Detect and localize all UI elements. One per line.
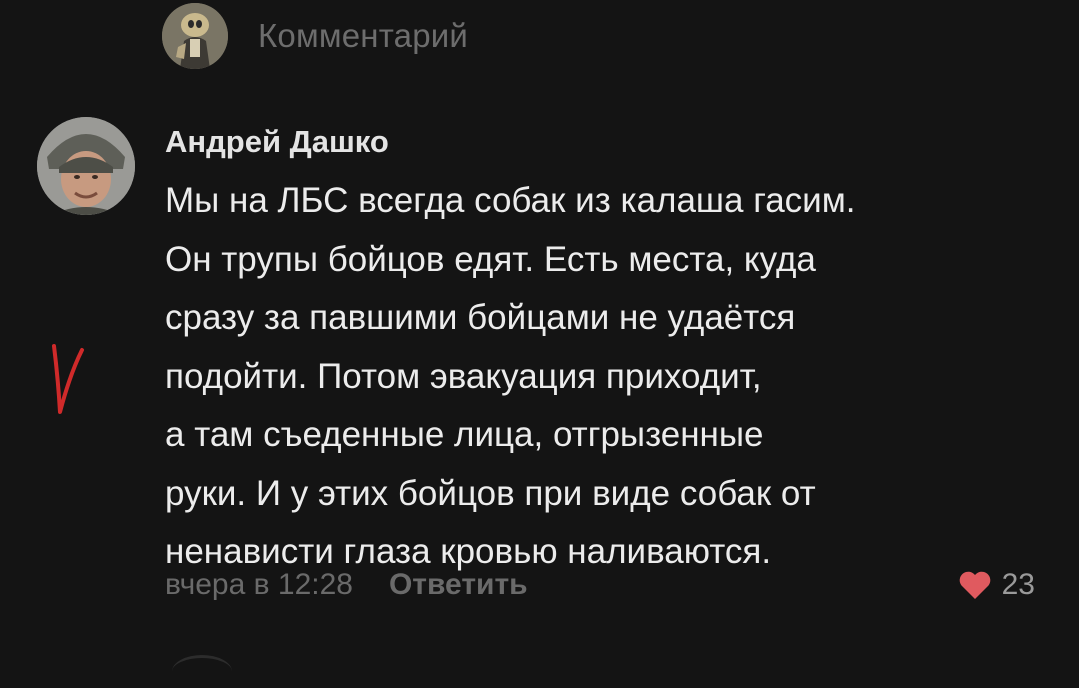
- red-checkmark-annotation: [48, 338, 88, 423]
- comment-section-title: Комментарий: [258, 17, 469, 54]
- comment-meta: вчера в 12:28 Ответить: [165, 568, 528, 602]
- cartoon-character-icon: [162, 3, 228, 69]
- like-button[interactable]: 23: [958, 568, 1035, 602]
- like-count: 23: [1001, 568, 1035, 601]
- comment-text-line: сразу за павшими бойцами не удаётся: [165, 298, 796, 337]
- comment-text-line: Он трупы бойцов едят. Есть места, куда: [165, 239, 816, 279]
- comment-text-line: подойти. Потом эвакуация приходит,: [165, 356, 762, 396]
- comment-header: Комментарий: [162, 3, 469, 69]
- comment-text: Мы на ЛБС всегда собак из калаша гасим. …: [165, 172, 1060, 582]
- man-in-helmet-icon: [37, 117, 135, 215]
- comment-author[interactable]: Андрей Дашко: [165, 124, 389, 160]
- next-comment-avatar-edge: [172, 655, 232, 688]
- red-checkmark-icon: [52, 344, 84, 414]
- comment-text-line: Мы на ЛБС всегда собак из калаша гасим.: [165, 181, 856, 220]
- post-avatar[interactable]: [162, 3, 228, 69]
- comment-text-line: руки. И у этих бойцов при виде собак от: [165, 473, 816, 513]
- user-avatar[interactable]: [37, 117, 135, 215]
- reply-button[interactable]: Ответить: [389, 568, 528, 602]
- comment-timestamp: вчера в 12:28: [165, 568, 353, 601]
- heart-icon: [959, 571, 990, 599]
- comment-text-line: а там съеденные лица, отгрызенные: [165, 415, 764, 454]
